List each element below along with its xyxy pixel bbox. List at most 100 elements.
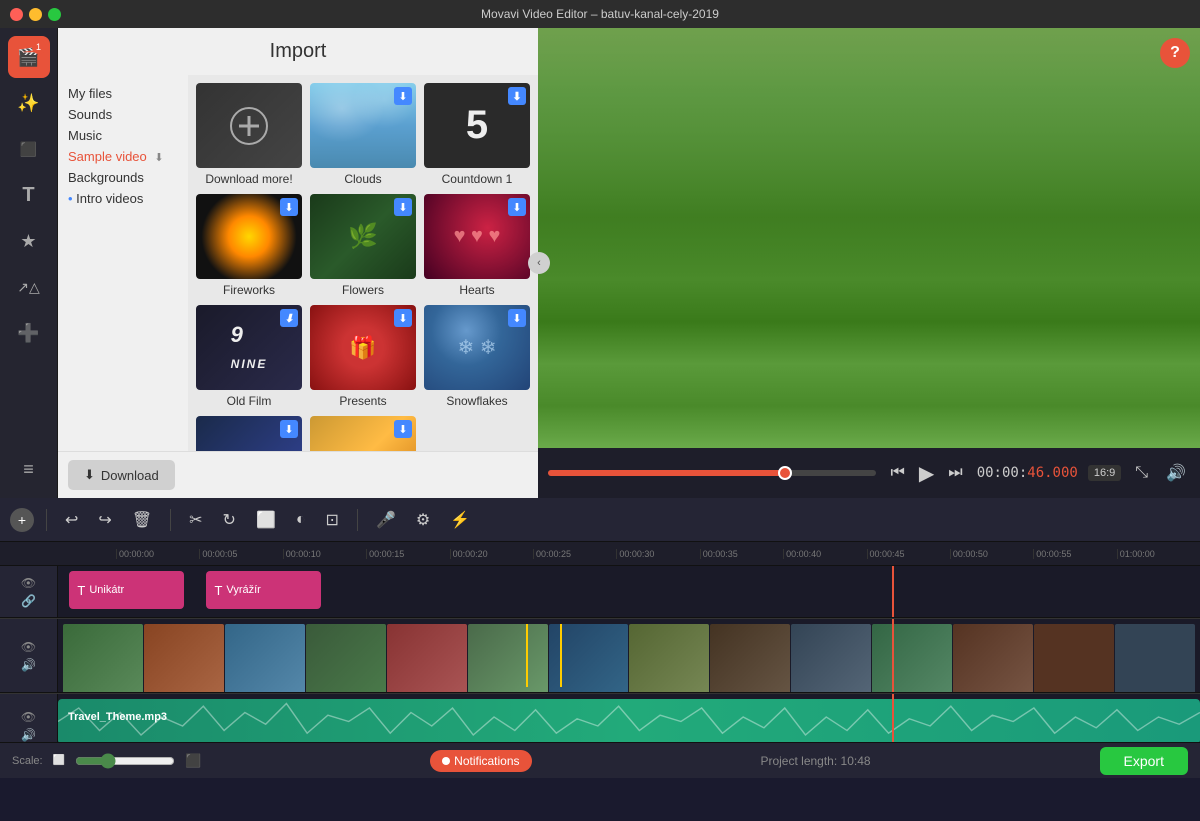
playhead-video-track <box>892 619 894 692</box>
import-media-button[interactable]: 🎬 1 <box>8 36 50 78</box>
grid-thumb-hearts: ⬇ ♥ ♥ ♥ <box>424 194 530 279</box>
grid-thumb-partial1: ⬇ <box>196 416 302 451</box>
sidebar-item-sounds[interactable]: Sounds <box>68 104 178 125</box>
text-clip-vyrážír[interactable]: T Vyrážír <box>206 571 320 609</box>
timeline-toolbar: + ↩ ↪ 🗑 ✂ ↻ ⬜ ◐ ⊡ 🎤 ⚙ ⚡ <box>0 498 1200 542</box>
playhead-text-track <box>892 566 894 617</box>
audio-track-row: 👁 🔊 Travel_Theme.mp3 <box>0 693 1200 742</box>
selection-start-marker <box>526 624 528 687</box>
ruler-mark-3: 00:00:15 <box>366 549 449 559</box>
color-button[interactable]: ◐ <box>290 507 312 533</box>
settings-button[interactable]: ⚙ <box>410 506 436 534</box>
mic-button[interactable]: 🎤 <box>370 506 402 534</box>
scale-slider[interactable] <box>75 753 175 769</box>
crop-button[interactable]: ⊡ <box>320 506 345 534</box>
time-accent: 46.000 <box>1027 465 1078 481</box>
skip-start-button[interactable]: ⏮ <box>886 460 908 486</box>
link-icon[interactable]: 🔗 <box>21 594 36 608</box>
redo-button[interactable]: ↪ <box>92 506 117 534</box>
ruler-mark-0: 00:00:00 <box>116 549 199 559</box>
grid-item-downloadmore[interactable]: Download more! <box>196 83 302 186</box>
add-button[interactable]: ➕ <box>8 312 50 354</box>
delete-button[interactable]: 🗑 <box>126 506 158 534</box>
sidebar-item-samplevideo[interactable]: Sample video ⬇ <box>68 146 178 167</box>
maximize-button[interactable] <box>48 8 61 21</box>
text-button[interactable]: T <box>8 174 50 216</box>
grid-item-partial2[interactable]: ⬇ <box>310 416 416 451</box>
ruler-mark-12: 01:00:00 <box>1117 549 1200 559</box>
eye-icon-video[interactable]: 👁 <box>21 640 36 654</box>
ruler-marks: 00:00:00 00:00:05 00:00:10 00:00:15 00:0… <box>58 549 1200 559</box>
video-thumb-2 <box>144 624 224 692</box>
add-track-button[interactable]: + <box>10 508 34 532</box>
cut-button[interactable]: ✂ <box>183 506 208 534</box>
grid-item-presents[interactable]: ⬇ 🎁 Presents <box>310 305 416 408</box>
effects-button[interactable]: ✨ <box>8 82 50 124</box>
text-clip-unikátr[interactable]: T Unikátr <box>69 571 183 609</box>
export-button[interactable]: Export <box>1100 747 1188 775</box>
text-clip-label-2: Vyrážír <box>226 584 260 596</box>
help-icon: ? <box>1170 44 1180 62</box>
motion-button[interactable]: ↗△ <box>8 266 50 308</box>
play-button[interactable]: ▶ <box>915 457 938 490</box>
download-button-label: Download <box>101 468 159 483</box>
transitions-button[interactable]: ⬛ <box>8 128 50 170</box>
plus-circle-icon <box>229 106 269 146</box>
progress-handle[interactable] <box>778 466 792 480</box>
grid-item-flowers[interactable]: ⬇ 🌿 Flowers <box>310 194 416 297</box>
eye-icon-audio[interactable]: 👁 <box>21 710 36 724</box>
volume-icon-audio[interactable]: 🔊 <box>21 728 36 742</box>
undo-button[interactable]: ↩ <box>59 506 84 534</box>
minimize-button[interactable] <box>29 8 42 21</box>
window-controls[interactable] <box>10 8 61 21</box>
download-button[interactable]: ⬇ Download <box>68 460 175 490</box>
rotate-button[interactable]: ↻ <box>217 506 242 534</box>
notifications-button[interactable]: Notifications <box>430 750 531 772</box>
sidebar-item-music[interactable]: Music <box>68 125 178 146</box>
collapse-panel-button[interactable]: ‹ <box>528 252 550 274</box>
volume-button[interactable]: 🔊 <box>1162 459 1190 487</box>
filters-button[interactable]: ★ <box>8 220 50 262</box>
download-arrow-icon: ⬇ <box>84 467 95 483</box>
progress-fill <box>548 470 785 476</box>
import-title: Import <box>58 28 538 75</box>
grid-item-oldfilm[interactable]: 9NINE ⬇ Old Film <box>196 305 302 408</box>
help-button[interactable]: ? <box>1160 38 1190 68</box>
import-footer: ⬇ Download <box>58 451 538 498</box>
menu-button[interactable]: ≡ <box>8 448 50 490</box>
preview-controls: ⏮ ▶ ⏭ 00:00:46.000 16:9 ⤡ 🔊 <box>538 448 1200 498</box>
sidebar-item-backgrounds[interactable]: Backgrounds <box>68 167 178 188</box>
audio-waveform: Travel_Theme.mp3 <box>58 699 1200 742</box>
skip-end-button[interactable]: ⏭ <box>944 460 966 486</box>
fullscreen-toggle-button[interactable]: ⤡ <box>1131 460 1152 486</box>
project-length-label: Project length: 10:48 <box>760 754 870 768</box>
import-grid-container[interactable]: Download more! ⬇ Clouds <box>188 75 538 451</box>
transitions-icon: ⬛ <box>20 141 37 158</box>
video-track-row: 👁 🔊 <box>0 618 1200 693</box>
ruler-mark-8: 00:00:40 <box>783 549 866 559</box>
ruler-mark-10: 00:00:50 <box>950 549 1033 559</box>
eye-icon[interactable]: 👁 <box>21 576 36 590</box>
import-body: My files Sounds Music Sample video ⬇ Bac… <box>58 75 538 451</box>
video-track-controls: 👁 🔊 <box>0 619 58 692</box>
video-thumb-5 <box>387 624 467 692</box>
grid-item-countdown1[interactable]: 5 ⬇ Countdown 1 <box>424 83 530 186</box>
menu-icon: ≡ <box>23 459 34 480</box>
grid-item-hearts[interactable]: ⬇ ♥ ♥ ♥ Hearts <box>424 194 530 297</box>
grid-item-clouds[interactable]: ⬇ Clouds <box>310 83 416 186</box>
sidebar-item-myfiles[interactable]: My files <box>68 83 178 104</box>
download-badge-partial1: ⬇ <box>280 420 298 438</box>
grid-thumb-oldfilm: 9NINE ⬇ <box>196 305 302 390</box>
progress-bar[interactable] <box>548 470 876 476</box>
close-button[interactable] <box>10 8 23 21</box>
main-layout: 🎬 1 ✨ ⬛ T ★ ↗△ ➕ ≡ <box>0 28 1200 821</box>
sidebar-item-introvideos[interactable]: Intro videos <box>68 188 178 209</box>
trim-button[interactable]: ⬜ <box>250 506 282 534</box>
playhead-audio-track <box>892 694 894 742</box>
grid-item-snowflakes[interactable]: ⬇ ❄ ❄ Snowflakes <box>424 305 530 408</box>
video-preview: ? <box>538 28 1200 448</box>
grid-item-fireworks[interactable]: ⬇ Fireworks <box>196 194 302 297</box>
volume-icon-video[interactable]: 🔊 <box>21 658 36 672</box>
adjust-button[interactable]: ⚡ <box>444 506 476 534</box>
grid-item-partial1[interactable]: ⬇ <box>196 416 302 451</box>
